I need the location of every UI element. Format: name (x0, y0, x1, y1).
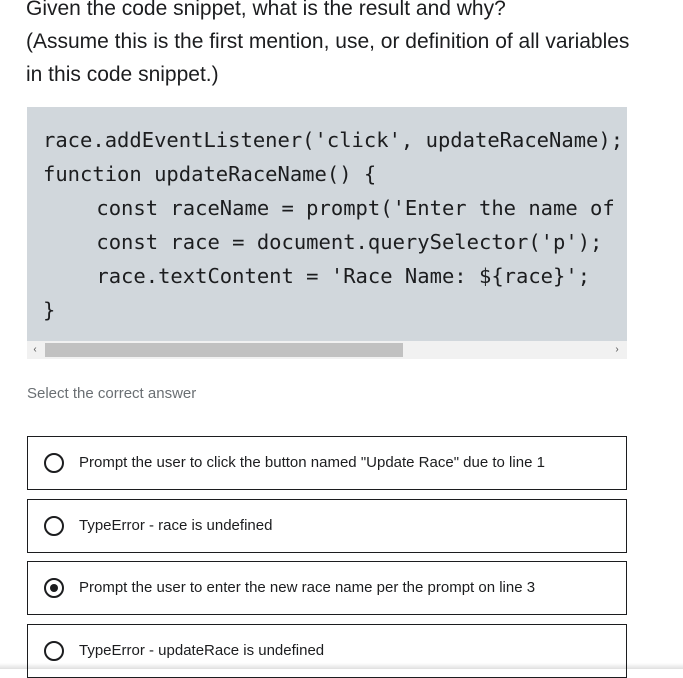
answer-option-label: Prompt the user to enter the new race na… (79, 579, 536, 596)
scroll-right-icon[interactable]: › (611, 344, 623, 356)
scroll-left-icon[interactable]: ‹ (29, 344, 41, 356)
radio-button-icon[interactable] (44, 641, 64, 661)
code-line: race.textContent = 'Race Name: ${race}'; (47, 264, 591, 288)
code-line: race.addEventListener('click', updateRac… (43, 128, 624, 152)
radio-button-icon[interactable] (44, 516, 64, 536)
code-line: function updateRaceName() { (43, 162, 377, 186)
question-text: Given the code snippet, what is the resu… (26, 0, 630, 86)
answer-option-label: TypeError - race is undefined (79, 517, 273, 534)
answer-option[interactable]: TypeError - race is undefined (27, 499, 627, 553)
radio-button-selected-icon[interactable] (44, 578, 64, 598)
answer-prompt-label: Select the correct answer (27, 385, 197, 402)
answer-option[interactable]: TypeError - updateRace is undefined (27, 624, 627, 678)
answer-option[interactable]: Prompt the user to click the button name… (27, 436, 627, 490)
code-snippet: race.addEventListener('click', updateRac… (27, 107, 627, 341)
code-line: } (43, 298, 56, 322)
scroll-shadow (0, 663, 683, 669)
answer-option-label: TypeError - updateRace is undefined (79, 642, 325, 659)
code-line: const race = document.querySelector('p')… (47, 230, 603, 254)
code-block: race.addEventListener('click', updateRac… (27, 107, 627, 359)
radio-button-icon[interactable] (44, 453, 64, 473)
code-line: const raceName = prompt('Enter the name … (96, 196, 615, 220)
answer-option-label: Prompt the user to click the button name… (79, 454, 545, 471)
scrollbar-thumb[interactable] (45, 343, 403, 357)
horizontal-scrollbar[interactable]: ‹ › (27, 341, 627, 359)
answer-option-selected[interactable]: Prompt the user to enter the new race na… (27, 561, 627, 615)
